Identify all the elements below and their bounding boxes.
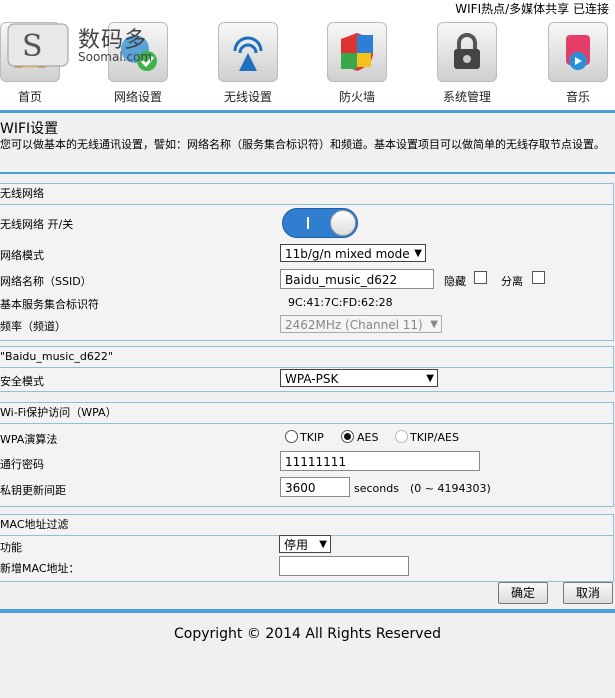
page-description: 您可以做基本的无线通讯设置，譬如：网络名称（服务集合标识符）和频道。基本设置项目… [0, 138, 605, 151]
chevron-down-icon: ▼ [426, 373, 434, 384]
top-bar: WIFI热点/多媒体共享 已连接 [0, 0, 615, 18]
mac-func-value: 停用 [284, 538, 309, 552]
key-renew-input[interactable]: 3600 [280, 477, 350, 497]
nav-label: 首页 [17, 90, 42, 104]
key-renew-range: (0 ~ 4194303) [410, 482, 491, 495]
ok-button[interactable]: 确定 [498, 582, 548, 604]
section-title: "Baidu_music_d622" [0, 347, 613, 368]
tkip-label: TKIP [300, 431, 324, 444]
tkip-aes-radio[interactable] [395, 430, 408, 443]
bssid-value: 9C:41:7C:FD:62:28 [288, 296, 393, 309]
cancel-button[interactable]: 取消 [563, 582, 613, 604]
nav-item-system[interactable]: 系统管理 [437, 22, 497, 108]
wireless-icon [218, 22, 278, 82]
copyright: Copyright © 2014 All Rights Reserved [174, 626, 441, 642]
nav-label: 音乐 [565, 90, 590, 104]
network-mode-label: 网络模式 [0, 249, 44, 262]
new-mac-input[interactable] [279, 556, 409, 576]
section-title: 无线网络 [0, 184, 613, 205]
description-divider [0, 172, 615, 174]
section-title: MAC地址过滤 [0, 515, 613, 536]
music-icon [548, 22, 608, 82]
chevron-down-icon: ▼ [319, 539, 327, 550]
mac-func-label: 功能 [0, 541, 22, 554]
logo-mark-icon: S [7, 23, 69, 67]
bssid-label: 基本服务集合标识符 [0, 298, 99, 311]
nav-label: 无线设置 [223, 90, 272, 104]
channel-label: 频率（频道） [0, 320, 66, 333]
mac-func-select[interactable]: 停用 ▼ [279, 535, 331, 553]
security-mode-label: 安全模式 [0, 375, 44, 388]
network-mode-value: 11b/g/n mixed mode [285, 247, 410, 261]
section-title: Wi-Fi保护访问（WPA） [0, 403, 613, 424]
firewall-shield-icon [327, 22, 387, 82]
new-mac-label: 新增MAC地址： [0, 562, 80, 575]
ssid-label: 网络名称（SSID） [0, 275, 92, 288]
connection-status: WIFI热点/多媒体共享 已连接 [455, 2, 609, 16]
lock-gear-icon [437, 22, 497, 82]
chevron-down-icon: ▼ [430, 319, 438, 330]
channel-select: 2462MHz (Channel 11) ▼ [280, 315, 442, 333]
wireless-onoff-label: 无线网络 开/关 [0, 218, 74, 231]
toggle-on-mark [307, 217, 309, 229]
key-renew-label: 私钥更新间距 [0, 484, 66, 497]
logo-text-en: Soomal.com [78, 50, 153, 64]
pass-key-label: 通行密码 [0, 458, 44, 471]
nav-item-firewall[interactable]: 防火墙 [327, 22, 387, 108]
chevron-down-icon: ▼ [414, 248, 422, 259]
network-mode-select[interactable]: 11b/g/n mixed mode ▼ [280, 244, 426, 262]
pass-key-input[interactable]: 11111111 [280, 451, 480, 471]
wpa-algo-label: WPA演算法 [0, 433, 58, 446]
nav-item-music[interactable]: 音乐 [548, 22, 608, 108]
hidden-label: 隐藏 [444, 275, 466, 288]
security-mode-value: WPA-PSK [285, 372, 339, 386]
footer-divider [0, 609, 615, 613]
isolate-checkbox[interactable] [532, 271, 545, 284]
nav-label: 系统管理 [442, 90, 491, 104]
isolate-label: 分离 [501, 275, 523, 288]
soomal-logo: S 数码多 Soomal.com [0, 22, 160, 70]
channel-value: 2462MHz (Channel 11) [285, 318, 423, 332]
hidden-checkbox[interactable] [474, 271, 487, 284]
wireless-toggle[interactable] [282, 208, 358, 238]
svg-text:S: S [22, 29, 43, 64]
nav-item-wireless[interactable]: 无线设置 [218, 22, 278, 108]
aes-label: AES [357, 431, 379, 444]
page-title: WIFI设置 [0, 121, 59, 137]
toggle-knob[interactable] [330, 210, 356, 236]
tkip-aes-label: TKIP/AES [410, 431, 459, 444]
nav-label: 防火墙 [338, 90, 375, 104]
header-divider [0, 110, 615, 113]
key-renew-unit: seconds [354, 482, 399, 495]
nav-label: 网络设置 [113, 90, 162, 104]
ssid-input[interactable]: Baidu_music_d622 [280, 269, 434, 289]
security-mode-select[interactable]: WPA-PSK ▼ [280, 369, 438, 387]
aes-radio[interactable] [341, 430, 354, 443]
tkip-radio[interactable] [285, 430, 298, 443]
